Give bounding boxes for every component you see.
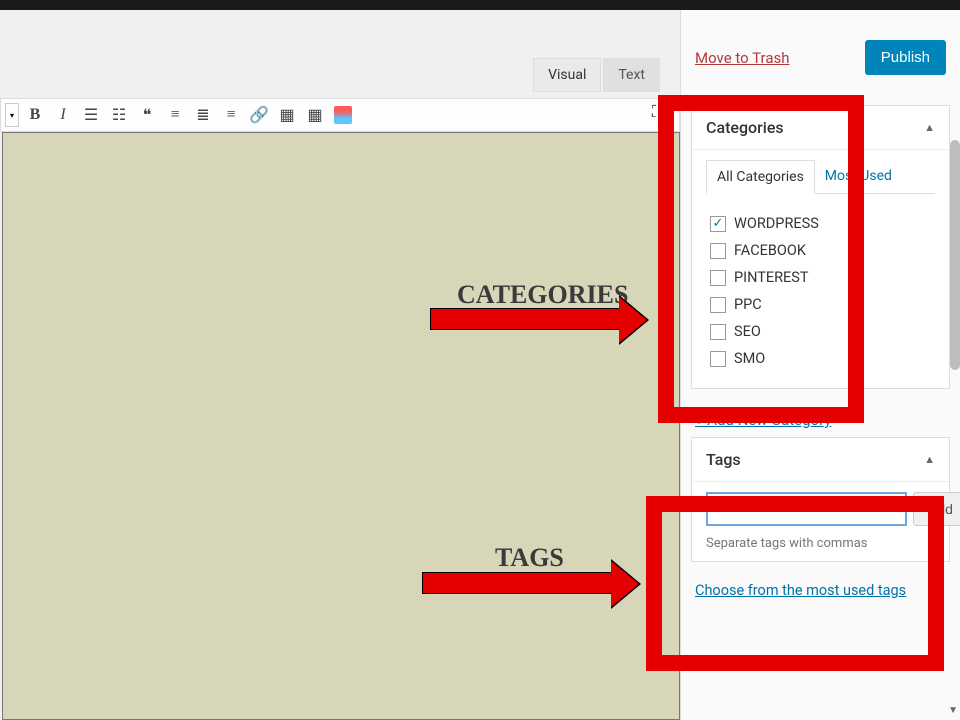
align-left-icon[interactable]: ≡ [163,103,187,127]
arrow-categories-icon [430,308,620,330]
admin-bar [0,0,960,10]
editor-area: Visual Text ▾ B I ☰ ☷ ❝ ≡ ≣ ≡ 🔗 ▦ ▦ ⛶ CA… [0,10,680,720]
list-item: PINTEREST [710,264,931,291]
collapse-icon[interactable]: ▲ [924,121,935,134]
move-to-trash-link[interactable]: Move to Trash [695,49,789,67]
list-item: FACEBOOK [710,237,931,264]
publish-button[interactable]: Publish [865,40,946,75]
italic-icon[interactable]: I [51,103,75,127]
link-icon[interactable]: 🔗 [247,103,271,127]
add-tag-button[interactable]: Add [913,492,960,526]
table-icon[interactable]: ▦ [303,103,327,127]
tags-input[interactable] [706,492,907,526]
align-right-icon[interactable]: ≡ [219,103,243,127]
bold-icon[interactable]: B [23,103,47,127]
categories-panel: Categories ▲ All Categories Most Used ✓ … [691,105,950,389]
blockquote-icon[interactable]: ❝ [135,103,159,127]
align-center-icon[interactable]: ≣ [191,103,215,127]
color-swatch-icon[interactable] [331,103,355,127]
tags-panel: Tags ▲ Add Separate tags with commas [691,437,950,562]
scroll-down-icon[interactable]: ▼ [948,705,958,716]
category-label: WORDPRESS [734,215,819,232]
list-item: PPC [710,291,931,318]
numbered-list-icon[interactable]: ☷ [107,103,131,127]
list-item: SMO [710,345,931,372]
checkbox[interactable]: ✓ [710,216,726,232]
checkbox[interactable] [710,297,726,313]
category-tabs: All Categories Most Used [706,160,935,194]
collapse-icon[interactable]: ▲ [924,453,935,466]
callout-categories: CATEGORIES [457,280,628,310]
list-item: ✓ WORDPRESS [710,210,931,237]
category-label: SMO [734,350,765,367]
list-item: SEO [710,318,931,345]
sidebar: Move to Trash Publish Categories ▲ All C… [680,10,960,720]
tab-text[interactable]: Text [603,58,660,92]
editor-canvas[interactable] [2,132,680,720]
callout-tags: TAGS [495,543,564,573]
tab-all-categories[interactable]: All Categories [706,160,815,194]
categories-panel-title: Categories [706,118,784,137]
editor-toolbar: ▾ B I ☰ ☷ ❝ ≡ ≣ ≡ 🔗 ▦ ▦ [0,98,680,132]
category-label: SEO [734,323,761,340]
main-container: Visual Text ▾ B I ☰ ☷ ❝ ≡ ≣ ≡ 🔗 ▦ ▦ ⛶ CA… [0,10,960,720]
add-new-category-link[interactable]: + Add New Category [695,411,831,429]
checkbox[interactable] [710,351,726,367]
scrollbar-thumb[interactable] [950,140,960,370]
category-label: PINTEREST [734,269,809,286]
publish-actions-row: Move to Trash Publish [691,40,950,75]
checkbox[interactable] [710,270,726,286]
arrow-tags-icon [422,572,612,594]
tags-hint: Separate tags with commas [706,536,935,551]
tab-visual[interactable]: Visual [533,58,601,92]
insert-more-icon[interactable]: ▦ [275,103,299,127]
checkbox[interactable] [710,243,726,259]
category-label: FACEBOOK [734,242,806,259]
tags-panel-title: Tags [706,450,741,469]
editor-tab-switcher: Visual Text [533,58,660,92]
fullscreen-icon[interactable]: ⛶ [652,102,670,120]
paragraph-dropdown-icon[interactable]: ▾ [5,103,19,127]
tab-most-used[interactable]: Most Used [815,160,902,193]
checkbox[interactable] [710,324,726,340]
most-used-tags-link[interactable]: Choose from the most used tags [695,582,906,599]
category-label: PPC [734,296,762,313]
bullet-list-icon[interactable]: ☰ [79,103,103,127]
category-list: ✓ WORDPRESS FACEBOOK PINTEREST PPC [706,204,935,378]
